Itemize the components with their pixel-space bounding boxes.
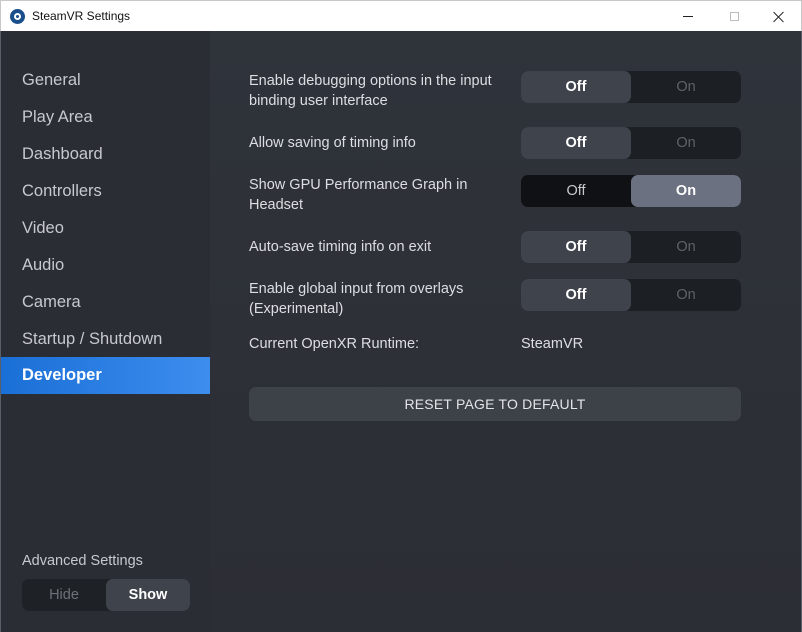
advanced-settings-toggle: Hide Show	[22, 579, 190, 611]
toggle-off-option[interactable]: Off	[521, 175, 631, 207]
advanced-settings-label: Advanced Settings	[22, 553, 143, 569]
openxr-runtime-label: Current OpenXR Runtime:	[249, 336, 420, 352]
steamvr-logo-icon	[10, 9, 25, 24]
sidebar: General Play Area Dashboard Controllers …	[0, 31, 215, 632]
toggle-off-option[interactable]: Off	[521, 279, 631, 311]
toggle-on-option[interactable]: On	[631, 231, 741, 263]
toggle-global-overlay-input: Off On	[521, 279, 741, 311]
toggle-on-option[interactable]: On	[631, 127, 741, 159]
toggle-on-option[interactable]: On	[631, 71, 741, 103]
minimize-icon	[683, 16, 693, 17]
sidebar-item-general[interactable]: General	[1, 62, 215, 99]
sidebar-item-audio[interactable]: Audio	[1, 247, 215, 284]
setting-label-auto-save-timing: Auto-save timing info on exit	[249, 239, 432, 255]
advanced-show-option[interactable]: Show	[106, 579, 190, 611]
close-icon	[773, 11, 785, 23]
maximize-button[interactable]	[711, 1, 757, 32]
maximize-icon	[729, 12, 739, 21]
toggle-auto-save-timing: Off On	[521, 231, 741, 263]
toggle-on-option[interactable]: On	[631, 175, 741, 207]
developer-settings-panel: Enable debugging options in the input bi…	[210, 31, 802, 632]
sidebar-item-camera[interactable]: Camera	[1, 284, 215, 321]
setting-label-debug-binding-ui: Enable debugging options in the input bi…	[249, 73, 492, 109]
sidebar-item-developer[interactable]: Developer	[1, 357, 215, 394]
setting-label-save-timing-info: Allow saving of timing info	[249, 135, 416, 151]
toggle-save-timing-info: Off On	[521, 127, 741, 159]
toggle-on-option[interactable]: On	[631, 279, 741, 311]
setting-label-global-overlay-input: Enable global input from overlays (Exper…	[249, 281, 464, 317]
reset-page-button[interactable]: RESET PAGE TO DEFAULT	[249, 387, 741, 421]
sidebar-item-video[interactable]: Video	[1, 210, 215, 247]
minimize-button[interactable]	[665, 1, 711, 32]
toggle-debug-binding-ui: Off On	[521, 71, 741, 103]
sidebar-item-play-area[interactable]: Play Area	[1, 99, 215, 136]
toggle-off-option[interactable]: Off	[521, 127, 631, 159]
toggle-off-option[interactable]: Off	[521, 71, 631, 103]
sidebar-item-dashboard[interactable]: Dashboard	[1, 136, 215, 173]
openxr-runtime-value: SteamVR	[521, 336, 584, 352]
close-button[interactable]	[756, 1, 802, 32]
toggle-off-option[interactable]: Off	[521, 231, 631, 263]
setting-label-gpu-performance-graph: Show GPU Performance Graph in Headset	[249, 177, 468, 213]
sidebar-item-controllers[interactable]: Controllers	[1, 173, 215, 210]
advanced-hide-option[interactable]: Hide	[22, 579, 106, 611]
sidebar-item-startup-shutdown[interactable]: Startup / Shutdown	[1, 321, 215, 358]
window-title: SteamVR Settings	[32, 9, 131, 23]
title-bar: SteamVR Settings	[0, 0, 802, 31]
toggle-gpu-performance-graph: Off On	[521, 175, 741, 207]
